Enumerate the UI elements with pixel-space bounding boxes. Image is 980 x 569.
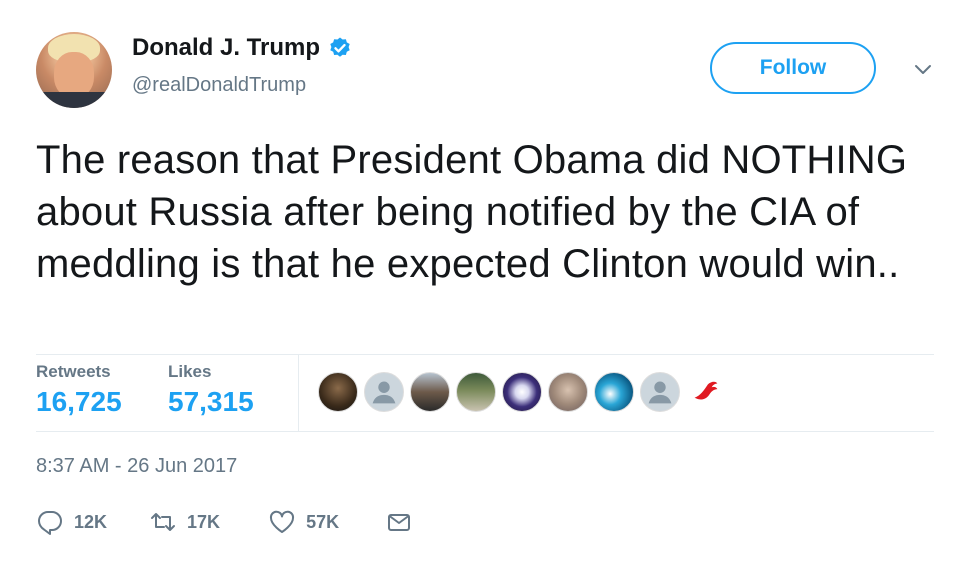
follow-button[interactable]: Follow <box>710 42 876 94</box>
default-user-icon <box>372 381 396 404</box>
retweet-count: 17K <box>187 511 221 532</box>
liker-avatar-default[interactable] <box>364 372 404 412</box>
divider-top <box>36 354 934 355</box>
chevron-down-icon[interactable] <box>912 58 934 80</box>
liker-avatar[interactable] <box>410 372 450 412</box>
direct-message-button[interactable] <box>385 508 413 536</box>
author-handle[interactable]: @realDonaldTrump <box>132 74 306 97</box>
likes-label: Likes <box>168 362 212 381</box>
author-avatar[interactable] <box>36 32 112 108</box>
tweet-timestamp[interactable]: 8:37 AM - 26 Jun 2017 <box>36 455 237 478</box>
retweet-button[interactable]: 17K <box>149 508 220 536</box>
likes-stat[interactable]: Likes 57,315 <box>168 362 254 418</box>
like-button[interactable]: 57K <box>268 508 339 536</box>
liker-avatar[interactable] <box>502 372 542 412</box>
default-user-icon <box>648 381 672 404</box>
red-logo-icon <box>694 381 718 400</box>
tweet-text: The reason that President Obama did NOTH… <box>36 138 908 286</box>
divider-bottom <box>36 431 934 432</box>
tweet-actions: 12K 17K 57K <box>36 508 413 536</box>
liker-avatar[interactable] <box>594 372 634 412</box>
verified-icon <box>330 37 350 57</box>
retweets-label: Retweets <box>36 362 111 381</box>
likes-value[interactable]: 57,315 <box>168 386 254 418</box>
heart-icon <box>270 510 295 533</box>
retweet-icon <box>151 513 176 531</box>
like-count: 57K <box>306 511 340 532</box>
liker-avatars <box>318 372 726 412</box>
stats-vertical-divider <box>298 354 299 432</box>
author-name-row[interactable]: Donald J. Trump <box>132 34 352 62</box>
retweets-value[interactable]: 16,725 <box>36 386 122 418</box>
author-name[interactable]: Donald J. Trump <box>132 34 320 62</box>
retweets-stat[interactable]: Retweets 16,725 <box>36 362 122 418</box>
liker-avatar[interactable] <box>686 372 726 412</box>
liker-avatar[interactable] <box>318 372 358 412</box>
liker-avatar-default[interactable] <box>640 372 680 412</box>
liker-avatar[interactable] <box>456 372 496 412</box>
avatar-suit <box>36 92 112 108</box>
reply-button[interactable]: 12K <box>36 508 107 536</box>
reply-icon <box>38 511 62 535</box>
reply-count: 12K <box>74 511 108 532</box>
liker-avatar[interactable] <box>548 372 588 412</box>
mail-icon <box>388 514 411 531</box>
